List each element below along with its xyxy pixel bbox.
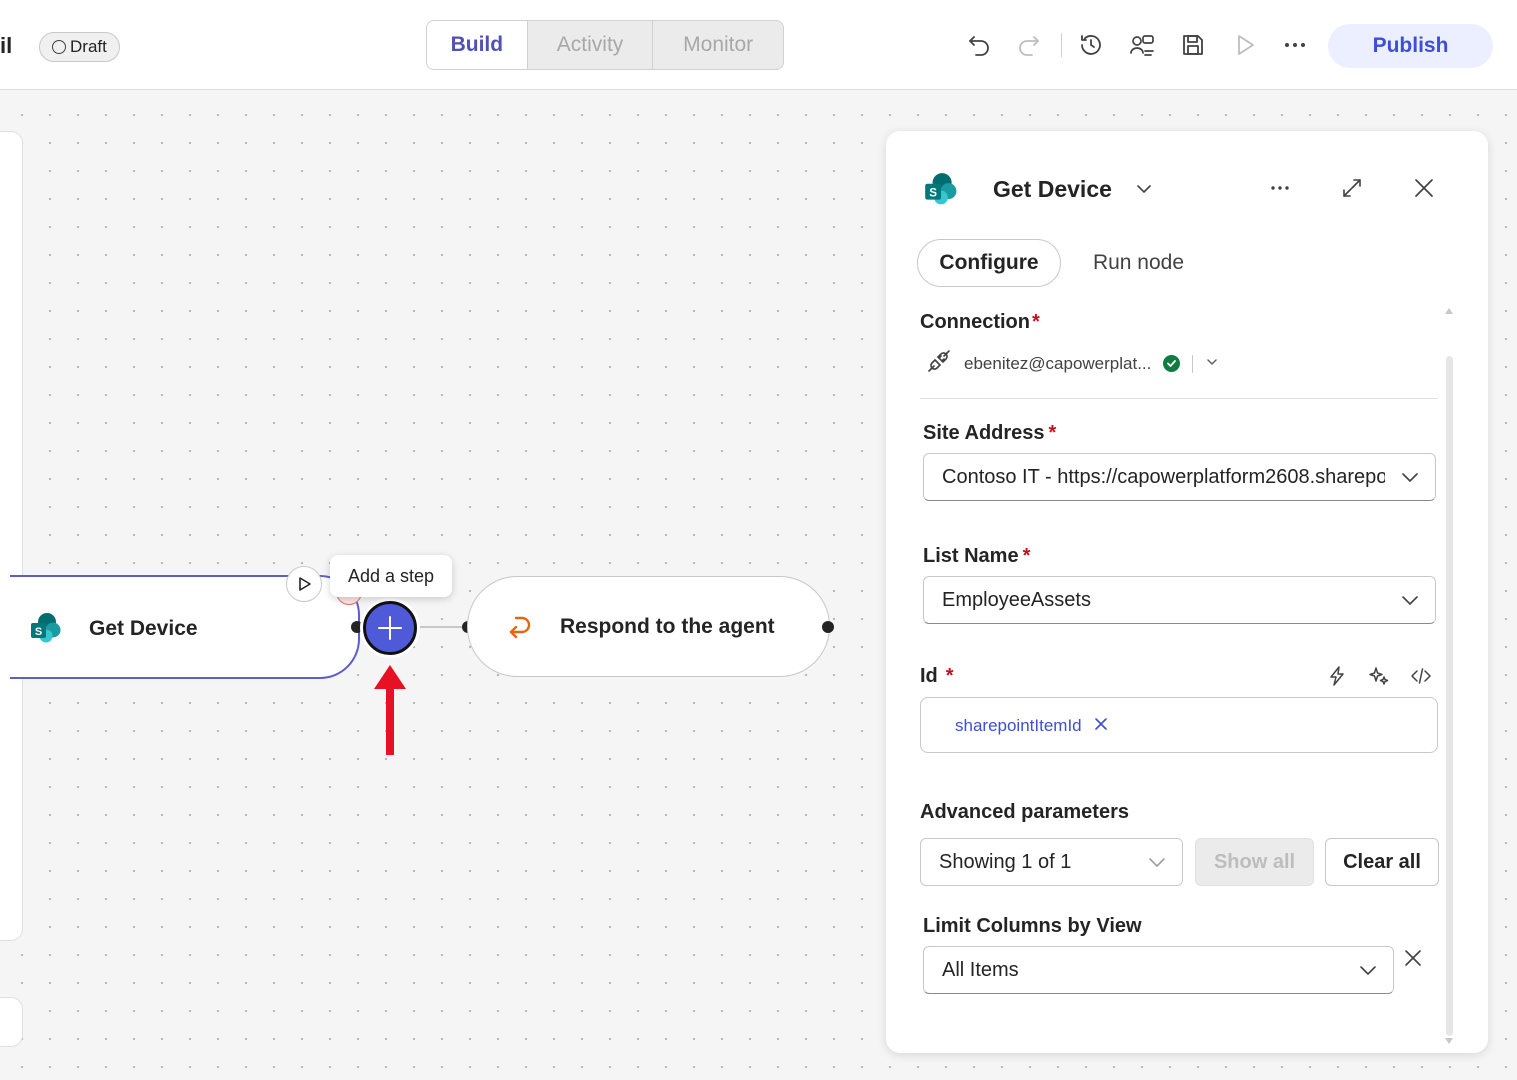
annotation-arrow-icon xyxy=(374,665,406,755)
connection-divider xyxy=(1192,354,1194,373)
chevron-down-icon xyxy=(1385,577,1435,623)
save-icon[interactable] xyxy=(1178,30,1208,60)
sharepoint-icon: S xyxy=(922,171,958,212)
required-mark: * xyxy=(1048,422,1057,444)
site-address-dropdown[interactable]: Contoso IT - https://capowerplatform2608… xyxy=(923,453,1436,501)
tab-run-node[interactable]: Run node xyxy=(1076,239,1201,287)
node-respond-to-agent[interactable]: Respond to the agent xyxy=(467,576,830,677)
clear-all-button[interactable]: Clear all xyxy=(1325,838,1439,886)
svg-text:S: S xyxy=(929,186,937,199)
tab-build[interactable]: Build xyxy=(427,21,527,69)
close-icon[interactable] xyxy=(1409,173,1439,203)
limit-columns-label: Limit Columns by View xyxy=(923,915,1142,937)
chevron-down-icon xyxy=(1343,947,1393,993)
required-mark: * xyxy=(1022,545,1031,567)
copilot-sparkle-icon[interactable] xyxy=(1364,661,1394,691)
tab-activity[interactable]: Activity xyxy=(526,21,653,69)
tab-monitor[interactable]: Monitor xyxy=(652,21,783,69)
chevron-down-icon xyxy=(1385,454,1435,500)
node-output-handle[interactable] xyxy=(822,621,834,633)
top-bar: il Draft Build Activity Monitor Publish xyxy=(0,0,1517,90)
more-icon[interactable] xyxy=(1265,173,1295,203)
required-mark: * xyxy=(945,665,954,687)
test-run-icon[interactable] xyxy=(1230,30,1260,60)
required-mark: * xyxy=(1032,311,1040,333)
connection-selector[interactable]: ebenitez@capowerplat... xyxy=(926,348,1219,379)
chevron-down-icon[interactable] xyxy=(1129,174,1159,204)
canvas-controls-panel[interactable] xyxy=(0,997,23,1047)
advanced-parameters-dropdown[interactable]: Showing 1 of 1 xyxy=(920,838,1183,886)
list-name-label: List Name * xyxy=(923,545,1030,568)
site-address-label: Site Address * xyxy=(923,422,1056,445)
advanced-parameters-label: Advanced parameters xyxy=(920,801,1129,823)
history-icon[interactable] xyxy=(1076,30,1106,60)
id-label: Id * xyxy=(920,665,954,688)
undo-icon[interactable] xyxy=(964,30,994,60)
svg-text:S: S xyxy=(35,626,42,638)
token-label: sharepointItemId xyxy=(955,716,1082,735)
site-address-value: Contoso IT - https://capowerplatform2608… xyxy=(942,465,1385,488)
more-icon[interactable] xyxy=(1280,30,1310,60)
status-badge: Draft xyxy=(39,32,120,62)
id-label-text: Id xyxy=(920,665,938,687)
advanced-showing-value: Showing 1 of 1 xyxy=(939,850,1072,873)
list-name-dropdown[interactable]: EmployeeAssets xyxy=(923,576,1436,624)
add-step-button[interactable] xyxy=(360,598,420,658)
left-side-panel xyxy=(0,131,23,941)
tab-configure[interactable]: Configure xyxy=(917,239,1061,287)
view-tabs: Build Activity Monitor xyxy=(426,20,784,70)
node-properties-pane: S Get Device Configure Run node Connecti… xyxy=(886,131,1488,1053)
plus-icon xyxy=(378,616,402,640)
redo-icon[interactable] xyxy=(1014,30,1044,60)
plug-icon xyxy=(926,348,952,379)
pane-scrollbar[interactable] xyxy=(1446,356,1453,1036)
flow-checker-icon[interactable] xyxy=(1127,30,1157,60)
add-step-tooltip: Add a step xyxy=(330,555,453,597)
run-node-button[interactable] xyxy=(286,566,322,602)
limit-columns-dropdown[interactable]: All Items xyxy=(923,946,1394,994)
chevron-down-icon[interactable] xyxy=(1205,354,1219,374)
publish-button[interactable]: Publish xyxy=(1328,24,1493,68)
connection-account: ebenitez@capowerplat... xyxy=(964,353,1152,373)
show-all-button[interactable]: Show all xyxy=(1195,838,1314,886)
status-badge-label: Draft xyxy=(70,37,107,56)
id-input[interactable]: sharepointItemId xyxy=(920,697,1438,753)
list-name-label-text: List Name xyxy=(923,545,1019,567)
remove-parameter-icon[interactable] xyxy=(1398,943,1428,973)
limit-columns-value: All Items xyxy=(942,958,1019,981)
dynamic-content-icon[interactable] xyxy=(1322,661,1352,691)
toolbar-divider xyxy=(1061,33,1062,57)
section-divider xyxy=(920,398,1438,399)
scroll-up-icon[interactable] xyxy=(1445,308,1453,314)
site-address-label-text: Site Address xyxy=(923,422,1045,444)
dynamic-token[interactable]: sharepointItemId xyxy=(935,711,1118,741)
connection-label: Connection * xyxy=(920,311,1040,334)
chevron-down-icon xyxy=(1132,839,1182,885)
scroll-down-icon[interactable] xyxy=(1445,1038,1453,1044)
sharepoint-icon: S xyxy=(28,611,62,651)
edge-connector xyxy=(420,626,466,628)
expand-icon[interactable] xyxy=(1337,173,1367,203)
list-name-value: EmployeeAssets xyxy=(942,588,1091,611)
node-label: Get Device xyxy=(89,617,198,640)
draft-circle-icon xyxy=(52,40,66,54)
app-title-fragment: il xyxy=(0,33,13,58)
connection-label-text: Connection xyxy=(920,311,1030,333)
return-arrow-icon xyxy=(506,613,534,647)
pane-title: Get Device xyxy=(993,176,1112,202)
remove-token-icon[interactable] xyxy=(1094,716,1108,736)
code-view-icon[interactable] xyxy=(1406,661,1436,691)
node-label: Respond to the agent xyxy=(560,615,775,638)
connected-check-icon xyxy=(1163,355,1181,372)
